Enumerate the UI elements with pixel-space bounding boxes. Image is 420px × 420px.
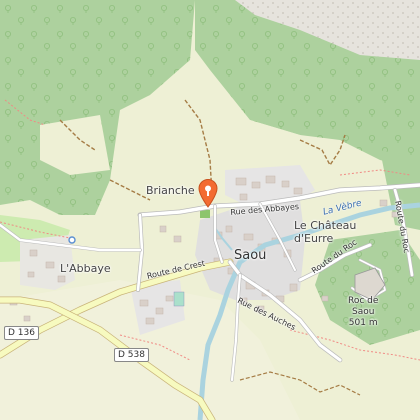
place-label-labbaye: L'Abbaye — [60, 262, 111, 275]
road-shield-d136: D 136 — [4, 326, 39, 340]
road-shield-d538: D 538 — [114, 348, 149, 362]
peak-elevation: 501 m — [348, 318, 378, 328]
map-pin-marker-icon[interactable] — [197, 178, 219, 208]
map-base-layer — [0, 0, 420, 420]
peak-label-line2: Saou — [351, 307, 375, 317]
chateau-label-line1: Le Château — [294, 219, 357, 232]
peak-label-roc-de-saou: Roc de Saou 501 m — [348, 296, 378, 329]
peak-label-line1: Roc de — [348, 296, 379, 306]
place-dot-labbaye — [68, 236, 76, 244]
green-plot — [200, 210, 210, 218]
sports-pitch — [173, 291, 185, 307]
place-label-brianche: Brianche — [146, 184, 195, 197]
map-canvas[interactable]: Brianche L'Abbaye Saou Le Château d'Eurr… — [0, 0, 420, 420]
map-pin-marker-graphic — [198, 179, 218, 208]
place-label-saou: Saou — [234, 248, 267, 263]
